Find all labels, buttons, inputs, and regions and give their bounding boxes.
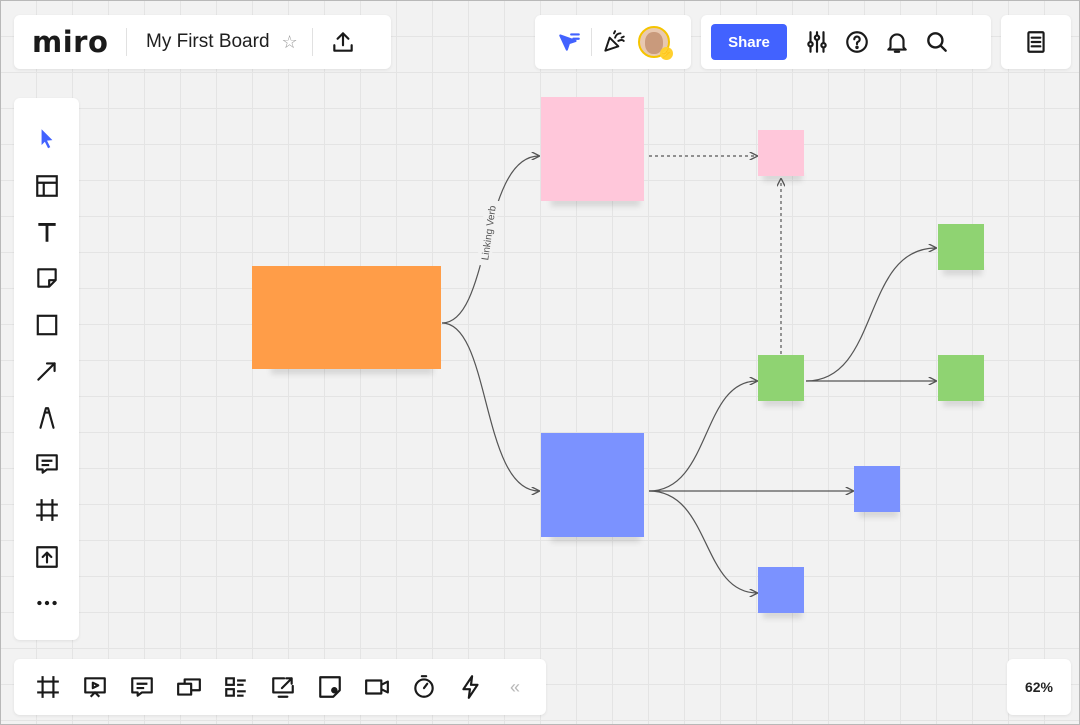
connector-orange-to-pink [441,156,539,324]
presentation-icon[interactable] [71,667,118,707]
screen-share-icon[interactable] [259,667,306,707]
divider [311,28,313,56]
lightning-icon: ⚡ [660,47,673,60]
notes-icon[interactable] [1016,22,1056,62]
divider [126,28,127,56]
integrations-icon[interactable] [447,667,494,707]
select-icon[interactable] [27,116,67,162]
comment-icon[interactable] [27,441,67,487]
connector-orange-to-blue [441,322,539,491]
notes-panel [1001,15,1071,69]
video-icon[interactable] [353,667,400,707]
sticky-note-green-mid[interactable] [938,355,984,401]
search-icon[interactable] [917,22,957,62]
video-chat-icon[interactable] [165,667,212,707]
pen-icon[interactable] [27,394,67,440]
text-icon[interactable] [27,209,67,255]
left-toolbar [14,98,79,640]
share-button[interactable]: Share [711,24,787,60]
timer-icon[interactable] [400,667,447,707]
export-icon[interactable] [323,22,363,62]
avatar[interactable]: ⚡ [638,26,673,60]
sticky-note-green-top[interactable] [938,224,984,270]
more-icon[interactable] [27,580,67,626]
frames-icon[interactable] [24,667,71,707]
divider [591,28,592,56]
celebrate-icon[interactable] [594,22,634,62]
sticky-note-icon[interactable] [27,255,67,301]
connector-blue-to-green [648,381,757,492]
collaboration-panel: ⚡ [535,15,691,69]
cursor-follow-icon[interactable] [549,22,589,62]
sticky-note-pink-large[interactable] [541,97,644,201]
frame-icon[interactable] [27,487,67,533]
miro-logo[interactable]: miro [14,25,126,59]
connector-green-to-green-top [805,248,936,382]
comments-icon[interactable] [118,667,165,707]
collapse-icon[interactable]: « [510,677,520,698]
star-icon[interactable]: ☆ [282,32,298,53]
connector-blue-to-small-blue-bottom [648,490,757,593]
sticky-note-pink-small[interactable] [758,130,804,176]
bottom-toolbar: « [14,659,546,715]
help-icon[interactable] [837,22,877,62]
connection-line-icon[interactable] [27,348,67,394]
bell-icon[interactable] [877,22,917,62]
shape-icon[interactable] [27,302,67,348]
templates-icon[interactable] [27,162,67,208]
board-header: miro My First Board ☆ [14,15,391,69]
sticky-note-blue-small-right[interactable] [854,466,900,512]
sticky-note-blue-small-bottom[interactable] [758,567,804,613]
sticky-notes-icon[interactable] [306,667,353,707]
board-canvas: Linking Verb [441,1,1079,724]
card-list-icon[interactable] [212,667,259,707]
top-actions-panel: Share [701,15,991,69]
board-title[interactable]: My First Board [146,31,270,53]
sticky-note-green-center[interactable] [758,355,804,401]
sticky-note-orange[interactable] [252,266,441,369]
connector-label[interactable]: Linking Verb [480,205,499,261]
sticky-note-blue-large[interactable] [541,433,644,537]
settings-sliders-icon[interactable] [797,22,837,62]
zoom-level[interactable]: 62% [1007,659,1071,715]
upload-icon[interactable] [27,534,67,580]
